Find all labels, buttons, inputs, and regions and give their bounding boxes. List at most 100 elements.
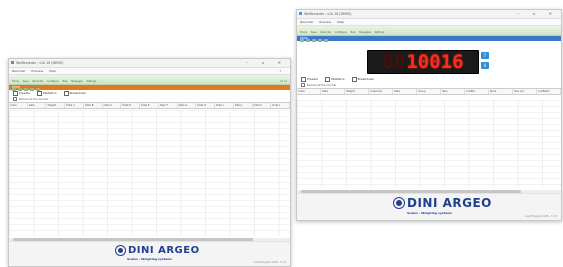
toolbar-settings[interactable]: Settings — [375, 31, 385, 34]
toolbar-configure[interactable]: Configure — [335, 31, 347, 34]
right-title-bar: WeiRecorder - v10.16 (DEMO) – ▫ ✕ — [297, 10, 561, 19]
toolbar-home[interactable]: Home — [12, 80, 19, 83]
breakdown-icon — [351, 76, 357, 82]
toolbar-messages[interactable]: Messages — [71, 80, 83, 83]
menu-recorder[interactable]: Recorder — [300, 20, 313, 24]
tab-presets[interactable]: Presets — [13, 90, 30, 96]
toolbar-settings[interactable]: Settings — [87, 80, 97, 83]
weight-value: 10016 — [406, 51, 464, 73]
tara-icon[interactable] — [324, 39, 328, 42]
left-records-grid[interactable] — [9, 110, 290, 236]
toolbar-save[interactable]: Save — [311, 31, 317, 34]
column-header[interactable]: Data G — [178, 103, 197, 108]
window-title: WeiRecorder - v10.16 (DEMO) — [304, 12, 352, 16]
right-tabs: Presets Statistics Breakdown — [297, 76, 561, 83]
app-icon — [299, 12, 302, 15]
toolbar-icons — [12, 76, 42, 91]
toolbar-version: 10.16 — [280, 80, 287, 83]
column-header[interactable]: Weight — [345, 89, 369, 94]
column-header[interactable]: Item — [441, 89, 465, 94]
column-header[interactable]: Data I — [215, 103, 234, 108]
home-icon[interactable] — [300, 39, 304, 42]
toolbar-tara[interactable]: Tara — [62, 80, 67, 83]
column-header[interactable]: Index — [297, 89, 321, 94]
column-header[interactable]: Lot/Batch — [537, 89, 561, 94]
right-menu-bar: Recorder Preview Help — [297, 19, 561, 26]
statistics-icon — [36, 90, 42, 96]
zero-button[interactable]: 0 — [481, 62, 489, 69]
brand-logo: DINI ARGEO — [115, 245, 200, 256]
column-header[interactable]: Lot/PLU — [465, 89, 489, 94]
column-header[interactable]: Data C — [103, 103, 122, 108]
menu-preview[interactable]: Preview — [31, 69, 43, 73]
right-app-window: WeiRecorder - v10.16 (DEMO) – ▫ ✕ Record… — [296, 9, 562, 221]
column-header[interactable]: Data B — [84, 103, 103, 108]
toolbar-recorder[interactable]: Recorder — [32, 80, 43, 83]
reduce-records-checkbox[interactable] — [13, 97, 18, 102]
toolbar-icons — [300, 27, 330, 42]
toolbar-configure[interactable]: Configure — [47, 80, 59, 83]
weight-display: 88 10016 — [367, 50, 479, 74]
left-toolbar: Home Save Recorder Configure Tara Messag… — [9, 75, 290, 91]
reduce-records-checkbox[interactable] — [301, 83, 306, 88]
left-title-bar: WeiRecorder - v10.16 (DEMO) – ▫ ✕ — [9, 59, 290, 68]
left-grid-header: Index Date Weight Data A Data B Data C D… — [9, 102, 290, 109]
column-header[interactable]: Data E — [140, 103, 159, 108]
column-header[interactable]: Mark — [489, 89, 513, 94]
menu-help[interactable]: Help — [337, 20, 344, 24]
brand-mark-icon — [115, 245, 126, 256]
column-header[interactable]: Data A — [65, 103, 84, 108]
tab-statistics[interactable]: Statistics — [36, 90, 57, 96]
right-footer: DINI ARGEO Scales - Weighing systems Loa… — [297, 193, 561, 220]
brand-name: DINI ARGEO — [128, 245, 200, 256]
left-app-window: WeiRecorder - v10.16 (DEMO) – ▫ ✕ Record… — [8, 58, 291, 267]
toolbar-recorder[interactable]: Recorder — [320, 31, 331, 34]
menu-recorder[interactable]: Recorder — [12, 69, 25, 73]
weight-display-area: 88 10016 T 0 — [367, 50, 491, 74]
column-header[interactable]: Data F — [159, 103, 178, 108]
left-menu-bar: Recorder Preview Help ? — [9, 68, 290, 75]
configure-icon[interactable] — [318, 39, 322, 42]
right-records-grid[interactable] — [297, 100, 561, 188]
save-icon[interactable] — [306, 39, 310, 42]
column-header[interactable]: Data D — [121, 103, 141, 108]
window-controls[interactable]: – ▫ ✕ — [246, 59, 287, 67]
column-header[interactable]: Date — [321, 89, 345, 94]
right-status-strip: DEMO — [297, 36, 561, 41]
window-controls[interactable]: – ▫ ✕ — [517, 10, 558, 18]
toolbar-messages[interactable]: Messages — [359, 31, 371, 34]
column-header[interactable]: Data K — [253, 103, 272, 108]
column-header[interactable]: Data — [393, 89, 417, 94]
toolbar-save[interactable]: Save — [23, 80, 29, 83]
tab-presets[interactable]: Presets — [301, 76, 318, 82]
tab-breakdown[interactable]: Breakdown — [63, 90, 86, 96]
help-icon[interactable]: ? — [279, 68, 281, 74]
recorder-icon[interactable] — [312, 39, 316, 42]
column-header[interactable]: Index — [9, 103, 28, 108]
column-header[interactable]: Customer — [369, 89, 393, 94]
column-header[interactable]: Data L — [271, 103, 290, 108]
brand-logo: DINI ARGEO — [393, 197, 492, 209]
left-footer: DINI ARGEO Scales - Weighing systems Loa… — [9, 241, 290, 266]
brand-tagline: Scales - Weighing systems — [127, 257, 172, 261]
column-header[interactable]: Date — [28, 103, 47, 108]
breakdown-icon — [63, 90, 69, 96]
window-title: WeiRecorder - v10.16 (DEMO) — [16, 61, 64, 65]
tab-breakdown[interactable]: Breakdown — [351, 76, 374, 82]
tare-button[interactable]: T — [481, 52, 489, 59]
tab-statistics[interactable]: Statistics — [324, 76, 345, 82]
column-header[interactable]: Tare Lot — [513, 89, 537, 94]
presets-icon — [13, 90, 18, 96]
menu-preview[interactable]: Preview — [319, 20, 331, 24]
footer-note: Load Program 2016 - 3.1.5 — [525, 215, 557, 218]
toolbar-tara[interactable]: Tara — [350, 31, 355, 34]
column-header[interactable]: Data H — [196, 103, 216, 108]
brand-tagline: Scales - Weighing systems — [407, 211, 452, 215]
menu-help[interactable]: Help — [49, 69, 56, 73]
column-header[interactable]: Group — [417, 89, 441, 94]
presets-icon — [301, 76, 306, 82]
brand-name: DINI ARGEO — [407, 196, 492, 210]
toolbar-home[interactable]: Home — [300, 31, 307, 34]
column-header[interactable]: Data J — [234, 103, 253, 108]
column-header[interactable]: Weight — [46, 103, 66, 108]
